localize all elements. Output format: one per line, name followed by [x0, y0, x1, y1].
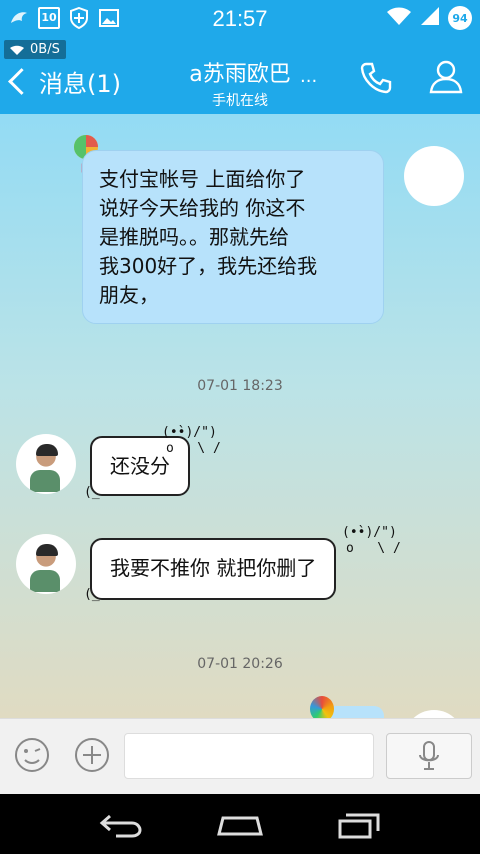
voice-button[interactable] [386, 733, 472, 779]
sent-message-text: 支付宝帐号 上面给你了 说好今天给我的 你这不 是推脱吗。。那就先给 我300好… [99, 167, 318, 307]
contact-avatar[interactable] [16, 434, 76, 494]
timestamp: 07-01 20:26 [197, 656, 283, 672]
timestamp: 07-01 18:23 [197, 378, 283, 394]
kaomoji-top: (•̀•)/") [342, 525, 397, 540]
sent-message-bubble[interactable]: 支付宝帐号 上面给你了 说好今天给我的 你这不 是推脱吗。。那就先给 我300好… [82, 150, 384, 324]
system-nav-bar [0, 794, 480, 854]
my-avatar[interactable] [404, 146, 464, 206]
back-nav-icon[interactable] [96, 810, 146, 840]
status-bar: 10 21:57 94 [0, 0, 480, 38]
received-message-text: 还没分 [110, 454, 170, 478]
message-input[interactable] [124, 733, 374, 779]
chat-area[interactable]: 支付宝帐号 上面给你了 说好今天给我的 你这不 是推脱吗。。那就先给 我300好… [0, 114, 480, 718]
net-speed-text: 0B/S [30, 42, 60, 57]
kaomoji-top: (•̀•)/") [162, 425, 217, 440]
hot-air-balloon-icon [310, 696, 334, 718]
contact-profile-icon[interactable] [428, 58, 464, 94]
microphone-icon [419, 741, 439, 770]
chat-header: 0B/S 消息(1) a苏雨欧巴 手机在线 ... [0, 38, 480, 114]
battery-icon: 94 [448, 6, 472, 30]
my-avatar[interactable] [404, 710, 464, 718]
chat-title: a苏雨欧巴 [189, 62, 291, 87]
kaomoji-mid: o \ / [346, 541, 401, 556]
phone-call-icon[interactable] [358, 60, 394, 96]
plus-icon[interactable] [74, 737, 110, 773]
received-message-bubble[interactable]: 我要不推你 就把你删了 [90, 538, 337, 600]
wifi-icon [386, 6, 412, 30]
kaomoji-bottom: (_ [84, 485, 100, 500]
online-status: 手机在线 [212, 93, 268, 109]
kaomoji-bottom: (_ [84, 587, 100, 602]
signal-icon [420, 6, 440, 30]
received-message-text: 我要不推你 就把你删了 [110, 556, 317, 580]
input-bar [0, 718, 480, 795]
contact-avatar[interactable] [16, 534, 76, 594]
kaomoji-mid: o \ / [166, 441, 221, 456]
home-nav-icon[interactable] [215, 810, 265, 840]
emoji-icon[interactable] [14, 737, 50, 773]
wifi-small-icon [10, 45, 24, 55]
more-indicator: ... [300, 66, 318, 87]
recent-apps-icon[interactable] [334, 810, 384, 840]
